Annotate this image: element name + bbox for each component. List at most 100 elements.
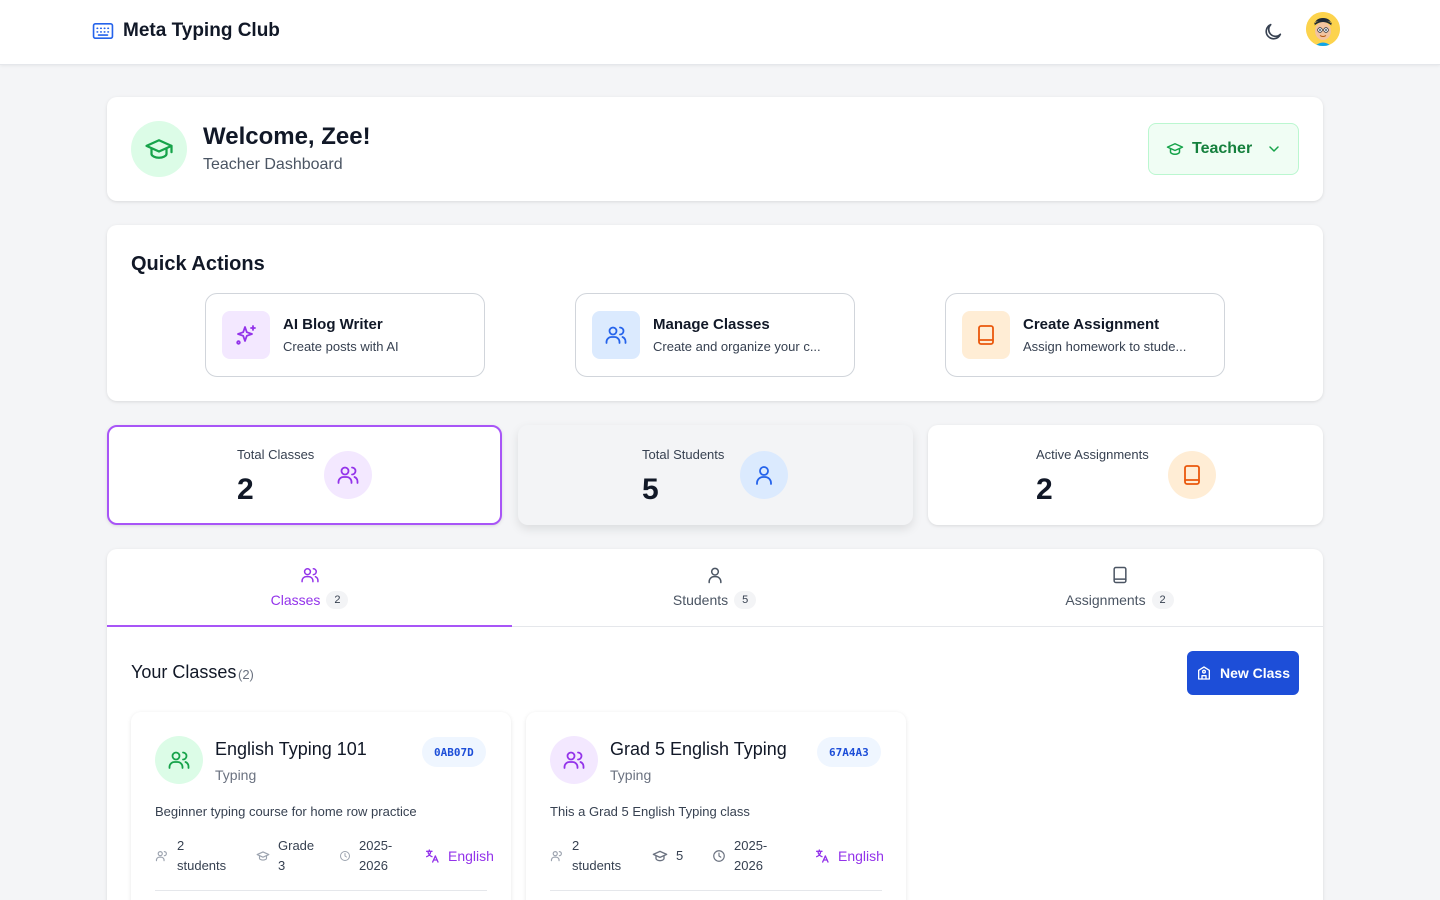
stat-label: Total Classes	[237, 447, 315, 462]
tab-count-badge: 5	[734, 591, 757, 609]
top-bar: Meta Typing Club	[0, 0, 1440, 65]
class-year: 2025- 2026	[339, 836, 392, 876]
language-label: English	[838, 848, 884, 864]
users-icon	[300, 568, 319, 583]
qa-subtitle: Create posts with AI	[283, 339, 399, 354]
book-icon	[1168, 451, 1216, 499]
graduation-cap-icon	[256, 851, 270, 861]
book-icon	[1112, 566, 1127, 584]
graduation-cap-icon	[131, 121, 187, 177]
moon-icon	[1265, 23, 1282, 40]
user-avatar[interactable]	[1306, 12, 1340, 46]
tab-students[interactable]: Students 5	[512, 549, 917, 627]
main-panel: Classes 2 Students 5 Assignments 2 Your …	[107, 549, 1323, 900]
divider	[155, 890, 487, 891]
qa-subtitle: Assign homework to stude...	[1023, 339, 1187, 354]
year-end: 2026	[359, 858, 388, 873]
tab-classes[interactable]: Classes 2	[107, 549, 512, 627]
class-subject: Typing	[215, 767, 257, 783]
students-word: students	[177, 858, 227, 873]
year-start: 2025-	[359, 838, 393, 853]
stat-value: 5	[642, 473, 659, 506]
divider	[550, 890, 882, 891]
class-grade: 5	[652, 846, 683, 866]
tab-label: Classes	[270, 592, 321, 608]
translate-icon	[816, 849, 829, 863]
stat-total-classes[interactable]: Total Classes 2	[107, 425, 502, 525]
stat-total-students[interactable]: Total Students 5	[518, 425, 913, 525]
class-description: This a Grad 5 English Typing class	[550, 804, 750, 819]
brand[interactable]: Meta Typing Club	[92, 20, 280, 42]
stat-label: Active Assignments	[1036, 447, 1149, 462]
year-end: 2026	[734, 858, 763, 873]
users-icon	[550, 851, 562, 862]
your-classes-title: Your Classes	[131, 662, 237, 682]
class-name: Grad 5 English Typing	[610, 739, 787, 759]
class-name: English Typing 101	[215, 739, 367, 759]
class-code-badge[interactable]: 0AB07D	[422, 737, 486, 767]
graduation-cap-icon	[1166, 143, 1184, 155]
keyboard-icon	[92, 22, 114, 40]
book-icon	[962, 311, 1010, 359]
chevron-down-icon	[1269, 146, 1279, 152]
tab-bar: Classes 2 Students 5 Assignments 2	[107, 549, 1323, 627]
clock-icon	[340, 851, 350, 861]
class-subject: Typing	[610, 767, 652, 783]
user-icon	[707, 567, 722, 584]
quick-actions-card: Quick Actions AI Blog Writer Create post…	[107, 225, 1323, 401]
stat-value: 2	[237, 473, 254, 506]
tab-assignments[interactable]: Assignments 2	[917, 549, 1322, 627]
qa-title: Manage Classes	[653, 316, 770, 333]
class-language: English	[814, 846, 884, 866]
users-icon	[592, 311, 640, 359]
grade-label: Grade	[278, 838, 315, 853]
users-icon	[324, 451, 372, 499]
students-number: 2	[177, 838, 185, 853]
class-card[interactable]: Grad 5 English Typing Typing 67A4A3 This…	[526, 712, 906, 900]
class-description: Beginner typing course for home row prac…	[155, 804, 417, 819]
ai-blog-writer-action[interactable]: AI Blog Writer Create posts with AI	[205, 293, 485, 377]
qa-title: AI Blog Writer	[283, 316, 383, 333]
stat-value: 2	[1036, 473, 1053, 506]
class-students: 2 students	[155, 836, 226, 876]
role-label: Teacher	[1192, 140, 1253, 157]
class-language: English	[424, 846, 494, 866]
create-assignment-action[interactable]: Create Assignment Assign homework to stu…	[945, 293, 1225, 377]
graduation-cap-icon	[652, 850, 668, 862]
grade-value: 3	[278, 858, 286, 873]
tab-count-badge: 2	[1151, 591, 1174, 609]
quick-actions-title: Quick Actions	[131, 253, 265, 275]
year-start: 2025-	[734, 838, 768, 853]
class-card[interactable]: English Typing 101 Typing 0AB07D Beginne…	[131, 712, 511, 900]
qa-subtitle: Create and organize your c...	[653, 339, 821, 354]
welcome-card: Welcome, Zee! Teacher Dashboard Teacher	[107, 97, 1323, 201]
tab-label: Assignments	[1065, 592, 1146, 608]
tab-count-badge: 2	[326, 591, 349, 609]
new-class-button[interactable]: New Class	[1187, 651, 1299, 695]
dark-mode-toggle[interactable]	[1262, 21, 1284, 43]
students-number: 2	[572, 838, 580, 853]
language-label: English	[448, 848, 494, 864]
new-class-label: New Class	[1219, 665, 1291, 681]
class-year: 2025- 2026	[712, 836, 767, 876]
grade-value: 5	[676, 848, 684, 863]
clock-icon	[713, 850, 725, 862]
class-code-badge[interactable]: 67A4A3	[817, 737, 881, 767]
users-icon	[550, 736, 598, 784]
stat-active-assignments[interactable]: Active Assignments 2	[928, 425, 1323, 525]
manage-classes-action[interactable]: Manage Classes Create and organize your …	[575, 293, 855, 377]
qa-title: Create Assignment	[1023, 316, 1160, 333]
role-selector[interactable]: Teacher	[1148, 123, 1299, 175]
welcome-subtitle: Teacher Dashboard	[203, 156, 343, 173]
school-icon	[1197, 666, 1210, 680]
sparkles-icon	[222, 311, 270, 359]
tab-label: Students	[672, 592, 729, 608]
stat-label: Total Students	[642, 447, 725, 462]
users-icon	[155, 851, 167, 862]
class-students: 2 students	[550, 836, 621, 876]
class-grade: Grade 3	[256, 836, 314, 876]
users-icon	[155, 736, 203, 784]
your-classes-count: (2)	[238, 667, 254, 682]
app-title: Meta Typing Club	[123, 20, 280, 41]
students-word: students	[572, 858, 622, 873]
